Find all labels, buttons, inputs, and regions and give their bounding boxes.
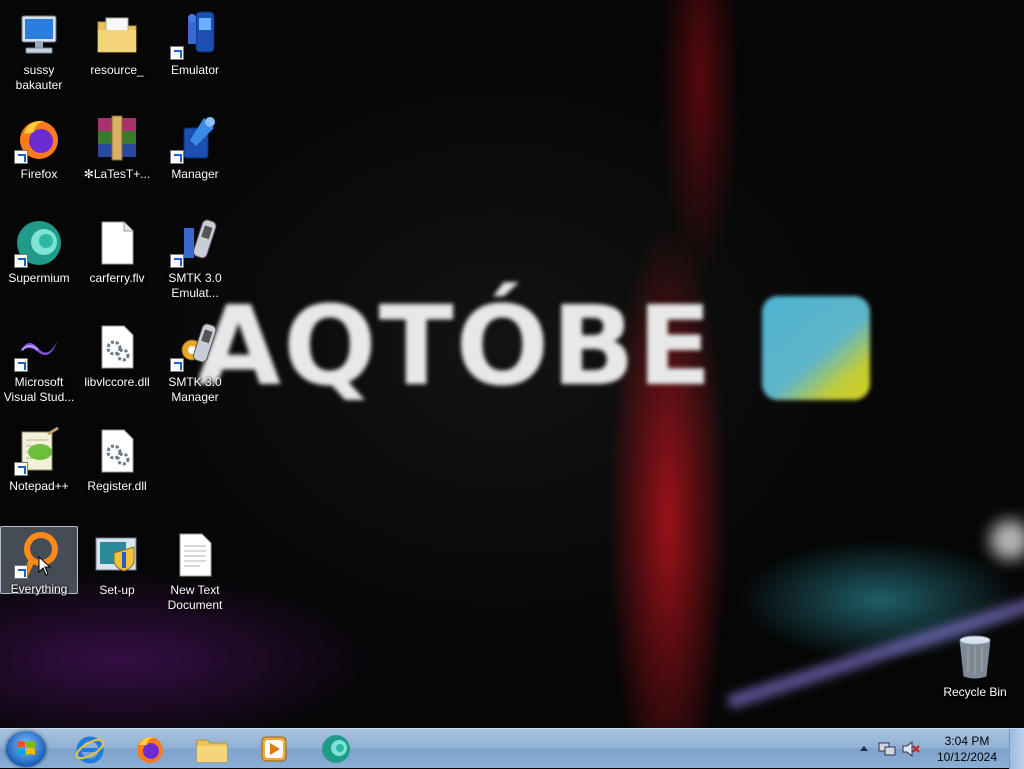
visual-studio-icon [14,322,64,372]
firefox-icon [14,114,64,164]
desktop-icon-resource-folder[interactable]: resource_ [78,8,156,78]
desktop-icon-emulator[interactable]: Emulator [156,8,234,78]
start-button[interactable] [6,731,46,767]
shortcut-arrow-icon [14,565,28,579]
desktop-icon-smtk-emulator[interactable]: SMTK 3.0 Emulat... [156,216,234,301]
taskbar: 3:04 PM 10/12/2024 [0,728,1024,769]
show-desktop-button[interactable] [1009,729,1024,769]
taskbar-firefox[interactable] [122,731,178,767]
shortcut-arrow-icon [170,46,184,60]
wallpaper-glow [990,520,1024,560]
recycle-bin-icon [950,632,1000,682]
dll-file-icon [92,426,142,476]
desktop-icon-label: Notepad++ [9,479,69,493]
smtk-manager-icon [170,322,220,372]
folder-icon [196,739,228,763]
taskbar-windows-explorer[interactable] [184,731,240,767]
text-document-icon [170,530,220,580]
shortcut-arrow-icon [14,254,28,268]
taskbar-internet-explorer[interactable] [62,731,118,767]
mouse-cursor-icon [38,556,52,576]
volume-muted-icon[interactable] [902,741,920,757]
desktop-icon-label: SMTK 3.0 Emulat... [168,271,222,300]
desktop-icon-label: New Text Document [167,583,223,612]
desktop-icon-manager[interactable]: Manager [156,112,234,182]
desktop-icon-notepadpp[interactable]: Notepad++ [0,424,78,494]
desktop-icon-visual-studio[interactable]: Microsoft Visual Stud... [0,320,78,405]
shortcut-arrow-icon [170,150,184,164]
desktop-icon-supermium[interactable]: Supermium [0,216,78,286]
taskbar-media-player[interactable] [246,731,302,767]
shortcut-arrow-icon [170,358,184,372]
desktop-icon-label: Manager [171,167,219,181]
desktop-icon-label: Microsoft Visual Stud... [3,375,75,404]
desktop[interactable]: AQTÓBE sussy bakauter Firefox Supermium … [0,0,1024,728]
desktop-icon-label: ✻LaTesT+... [83,167,151,181]
notepadpp-icon [14,426,64,476]
manager-wrench-icon [170,114,220,164]
show-hidden-icons-arrow-icon[interactable] [860,745,868,751]
emulator-phone-icon [170,10,220,60]
shortcut-arrow-icon [170,254,184,268]
desktop-icon-label: Firefox [20,167,58,181]
desktop-icon-new-text-document[interactable]: New Text Document [156,528,234,613]
desktop-icon-label: resource_ [90,63,144,77]
desktop-icon-firefox[interactable]: Firefox [0,112,78,182]
desktop-icon-register-dll[interactable]: Register.dll [78,424,156,494]
clock[interactable]: 3:04 PM 10/12/2024 [932,733,1002,765]
media-player-icon [261,736,287,762]
file-icon [92,218,142,268]
supermium-icon [322,735,350,763]
network-icon[interactable] [878,741,896,757]
desktop-icon-recycle-bin[interactable]: Recycle Bin [936,630,1014,700]
shortcut-arrow-icon [14,358,28,372]
system-tray: 3:04 PM 10/12/2024 [856,729,1024,769]
desktop-icon-label: Emulator [170,63,220,77]
shortcut-arrow-icon [14,150,28,164]
taskbar-supermium[interactable] [308,731,364,767]
desktop-icon-label: libvlccore.dll [84,375,150,389]
desktop-icon-smtk-manager[interactable]: SMTK 3.0 Manager [156,320,234,405]
desktop-icon-libvlccore[interactable]: libvlccore.dll [78,320,156,390]
winrar-archive-icon [92,114,142,164]
smtk-emulator-icon [170,218,220,268]
internet-explorer-icon [75,736,105,764]
firefox-icon [137,736,163,763]
desktop-icon-label: Supermium [8,271,70,285]
folder-icon [92,10,142,60]
wallpaper-logo [762,296,870,400]
desktop-icon-label: Register.dll [87,479,147,493]
wallpaper-text: AQTÓBE [196,282,715,410]
setup-installer-icon [92,530,142,580]
clock-date: 10/12/2024 [936,750,998,764]
dll-file-icon [92,322,142,372]
desktop-icon-label: carferry.flv [89,271,145,285]
desktop-icon-sussy-bakauter[interactable]: sussy bakauter [0,8,78,93]
desktop-icon-label: Recycle Bin [943,685,1007,699]
desktop-icon-setup[interactable]: Set-up [78,528,156,598]
desktop-icon-label: sussy bakauter [15,63,63,92]
computer-icon [14,10,64,60]
supermium-icon [14,218,64,268]
shortcut-arrow-icon [14,462,28,476]
desktop-icon-label: Everything [10,582,68,596]
clock-time: 3:04 PM [944,734,990,748]
desktop-icon-latest-archive[interactable]: ✻LaTesT+... [78,112,156,182]
windows-logo-icon [17,741,35,755]
desktop-icon-carferry[interactable]: carferry.flv [78,216,156,286]
desktop-icon-label: SMTK 3.0 Manager [168,375,222,404]
desktop-icon-label: Set-up [99,583,135,597]
